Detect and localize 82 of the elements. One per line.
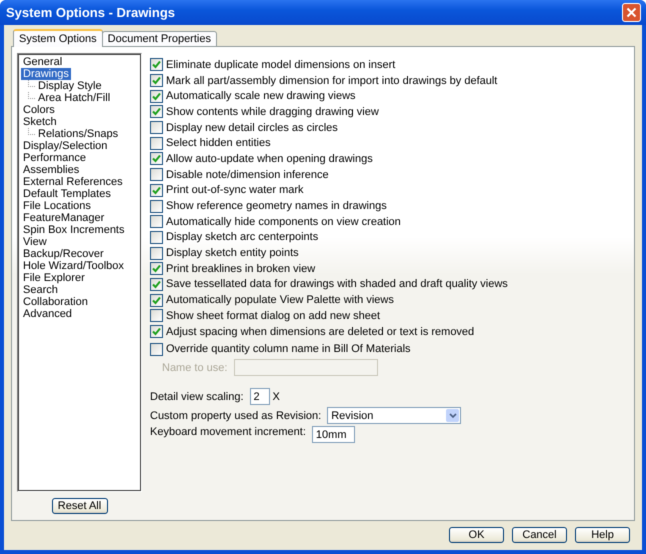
checkbox-label: Show contents while dragging drawing view (166, 106, 379, 118)
checkbox[interactable] (150, 74, 163, 88)
tree-item[interactable]: File Explorer (21, 272, 87, 284)
checkbox[interactable] (150, 58, 163, 72)
checkbox[interactable] (150, 136, 163, 150)
close-icon (626, 7, 637, 18)
tree-item[interactable]: Performance (21, 152, 88, 164)
revision-dropdown[interactable]: Revision (327, 407, 462, 424)
checkbox-label: Print breaklines in broken view (166, 262, 316, 275)
checkbox[interactable] (150, 262, 163, 276)
tree-item[interactable]: Display Style (36, 80, 104, 92)
checkbox-label: Automatically populate View Palette with views (166, 294, 394, 306)
tree-item[interactable]: Drawings (21, 68, 71, 80)
checkbox-label: Display new detail circles as circles (166, 122, 338, 134)
checkbox-label: Select hidden entities (166, 137, 271, 150)
field-label: Keyboard movement increment: (150, 426, 306, 438)
dialog-button[interactable]: Cancel (512, 527, 567, 543)
close-button[interactable] (622, 3, 641, 22)
tree-item[interactable]: File Locations (21, 200, 93, 212)
checkbox[interactable] (150, 325, 163, 338)
checkbox-label: Automatically hide components on view creation (166, 216, 401, 228)
tree-item[interactable]: Hole Wizard/Toolbox (21, 260, 126, 272)
field-label: Detail view scaling: (150, 390, 244, 403)
tree-item[interactable]: Colors (21, 104, 57, 116)
scale-field[interactable]: 2 (250, 388, 270, 406)
checkbox[interactable] (150, 152, 163, 166)
checkbox-label: Display sketch arc centerpoints (166, 231, 318, 244)
checkbox-label: Print out-of-sync water mark (166, 184, 304, 196)
tree-item[interactable]: Area Hatch/Fill (36, 92, 112, 104)
checkbox[interactable] (150, 278, 163, 291)
tree-line-icon (28, 80, 36, 87)
checkbox-label: Allow auto-update when opening drawings (166, 152, 373, 165)
tree-item[interactable]: Default Templates (21, 188, 113, 200)
checkbox[interactable] (150, 200, 163, 213)
checkbox-label: Adjust spacing when dimensions are deleted or text is removed (166, 326, 474, 338)
tree-item[interactable]: Collaboration (21, 296, 90, 308)
tree-item[interactable]: Assemblies (21, 164, 82, 176)
tab[interactable]: Document Properties (102, 31, 217, 46)
tree-line-icon (28, 92, 36, 99)
checkbox-label: Show sheet format dialog on add new sheet (166, 310, 380, 322)
tree-item[interactable]: General (21, 56, 64, 68)
field-label: Custom property used as Revision: (150, 410, 322, 422)
checkbox[interactable] (150, 168, 163, 182)
checkbox-label: Mark all part/assembly dimension for import into drawings by default (166, 74, 498, 87)
increment-field[interactable]: 10mm (312, 426, 355, 444)
checkbox-label: Save tessellated data for drawings with shaded and draft quality views (166, 278, 508, 290)
unit-label: X (272, 390, 280, 403)
checkbox[interactable] (150, 215, 163, 228)
checkbox-label: Disable note/dimension inference (166, 168, 329, 181)
checkbox[interactable] (150, 246, 163, 260)
checkbox[interactable] (150, 105, 163, 118)
checkbox-label: Override quantity column name in Bill Of Materials (166, 343, 411, 356)
window-title: System Options - Drawings (6, 5, 176, 20)
checkbox[interactable] (150, 230, 163, 244)
tree-item[interactable]: Relations/Snaps (36, 128, 120, 140)
field-label: Name to use: (162, 362, 228, 374)
name-field[interactable] (234, 359, 378, 376)
tree-item[interactable]: Search (21, 284, 60, 296)
tree-item[interactable]: View (21, 236, 49, 248)
checkbox-label: Eliminate duplicate model dimensions on insert (166, 58, 396, 71)
checkbox[interactable] (150, 294, 163, 307)
tree-item[interactable]: Backup/Recover (21, 248, 106, 260)
tree-item[interactable]: Sketch (21, 116, 59, 128)
checkbox[interactable] (150, 342, 163, 356)
checkbox-label: Display sketch entity points (166, 247, 299, 260)
dialog-button[interactable]: OK (449, 527, 504, 543)
reset-all-button[interactable]: Reset All (52, 498, 108, 514)
checkbox[interactable] (150, 121, 163, 134)
tree-item[interactable]: External References (21, 176, 125, 188)
dialog-button[interactable]: Help (575, 527, 630, 543)
chevron-down-icon (448, 412, 457, 419)
checkbox[interactable] (150, 184, 163, 197)
tree-item[interactable]: Display/Selection (21, 140, 110, 152)
checkbox-label: Show reference geometry names in drawings (166, 200, 387, 212)
tree-line-icon (28, 128, 36, 135)
tree-item[interactable]: Spin Box Increments (21, 224, 126, 236)
checkbox[interactable] (150, 309, 163, 322)
checkbox[interactable] (150, 90, 163, 103)
tree-item[interactable]: Advanced (21, 308, 74, 320)
checkbox-label: Automatically scale new drawing views (166, 90, 356, 102)
tab[interactable]: System Options (13, 29, 103, 47)
tree-item[interactable]: FeatureManager (21, 212, 106, 224)
